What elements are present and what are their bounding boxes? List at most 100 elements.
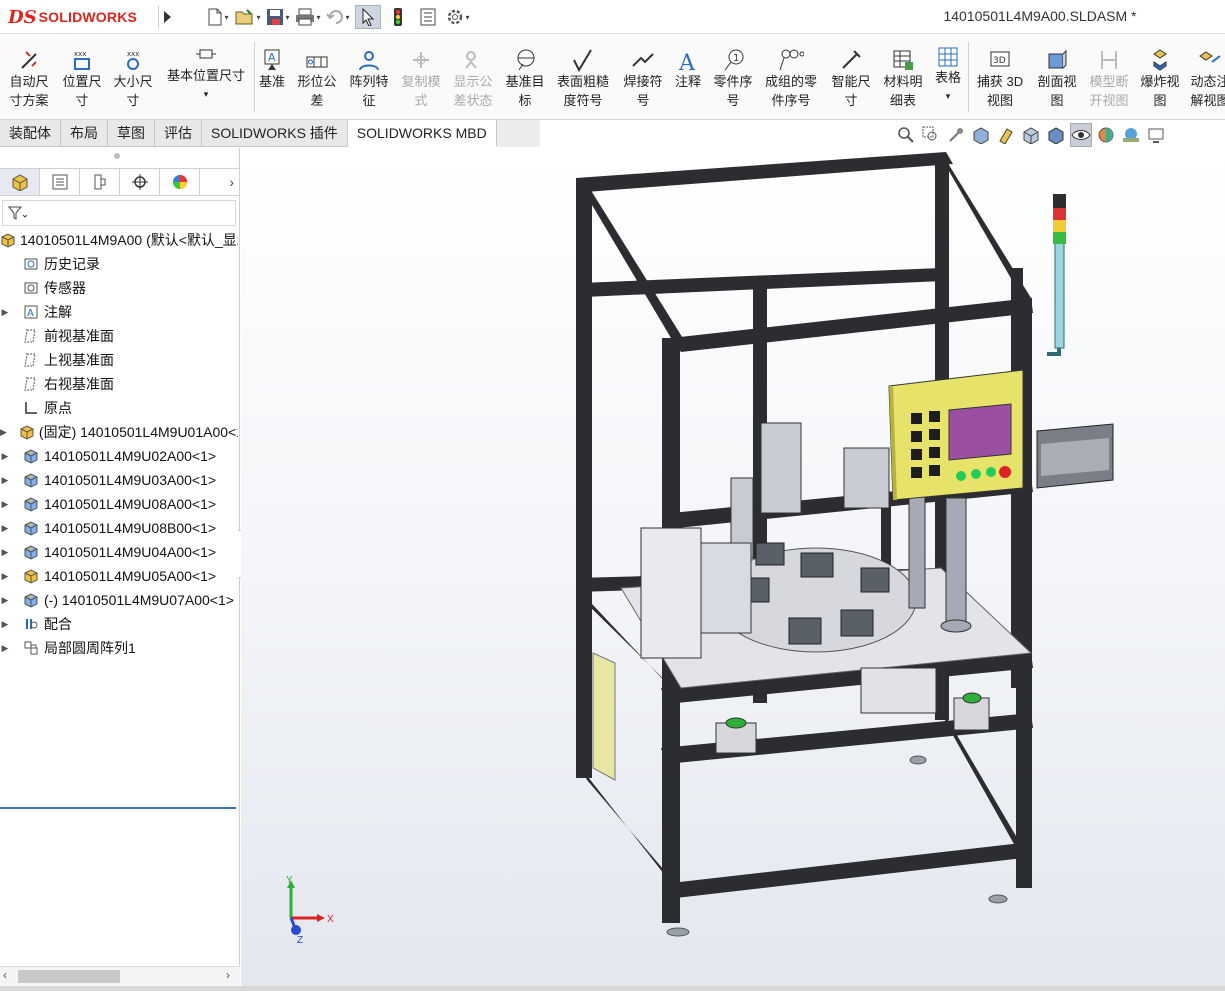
edit-appearance-button[interactable] <box>1095 123 1117 147</box>
tree-item[interactable]: 前视基准面 <box>0 324 238 348</box>
weld-symbol-button[interactable]: 焊接符 号 <box>618 44 668 120</box>
tree-item[interactable]: 右视基准面 <box>0 372 238 396</box>
tree-item[interactable]: ▶ 14010501L4M9U03A00<1> <box>0 468 238 492</box>
show-tolerance-status-button[interactable]: 显示公 差状态 <box>448 44 498 120</box>
configuration-manager-tab[interactable] <box>80 169 120 195</box>
exploded-view-button[interactable]: 爆炸视 图 <box>1136 44 1184 120</box>
solidworks-logo[interactable]: DS SOLIDWORKS <box>8 6 137 28</box>
tab-evaluate[interactable]: 评估 <box>155 120 202 147</box>
tree-filter[interactable] <box>2 200 236 226</box>
apply-scene-button[interactable] <box>1120 123 1142 147</box>
zoom-to-fit-button[interactable] <box>895 123 917 147</box>
expand-arrow-icon[interactable]: ▶ <box>0 523 10 534</box>
print-button[interactable]: ▾ <box>295 5 321 29</box>
bill-of-materials-button[interactable]: 材料明 细表 <box>878 44 928 120</box>
expand-arrow-icon[interactable]: ▶ <box>0 427 7 438</box>
view-settings-button[interactable] <box>1145 123 1167 147</box>
tab-solidworks-addins[interactable]: SOLIDWORKS 插件 <box>202 120 348 147</box>
scroll-left-arrow[interactable]: ‹ <box>3 968 7 982</box>
open-button[interactable]: ▾ <box>235 5 261 29</box>
more-tabs-chevron[interactable]: › <box>229 174 234 190</box>
dynamic-annotation-button[interactable] <box>995 123 1017 147</box>
location-dimension-icon: xxx <box>74 50 90 70</box>
tree-item[interactable]: ▶ 14010501L4M9U08A00<1> <box>0 492 238 516</box>
expand-arrow-icon[interactable]: ▶ <box>0 307 10 318</box>
section-view-hud-button[interactable] <box>970 123 992 147</box>
expand-arrow-icon[interactable]: ▶ <box>0 547 10 558</box>
auto-dimension-button[interactable]: 自动尺 寸方案 <box>4 44 54 120</box>
expand-arrow-icon[interactable]: ▶ <box>0 499 10 510</box>
tree-horizontal-scrollbar[interactable]: ‹ › <box>0 966 240 986</box>
tab-assembly[interactable]: 装配体 <box>0 120 61 147</box>
model-break-view-button[interactable]: 模型断 开视图 <box>1084 44 1134 120</box>
section-view-button[interactable]: 剖面视 图 <box>1032 44 1082 120</box>
animated-explode-button[interactable]: 动态注 解视图 <box>1186 44 1225 120</box>
table-button[interactable]: 表格 ▾ <box>930 44 966 120</box>
options-button[interactable]: ▾ <box>445 5 471 29</box>
copy-scheme-button[interactable]: 复制模 式 <box>396 44 446 120</box>
graphics-area[interactable]: Y X Z <box>241 148 1225 988</box>
display-style-button[interactable] <box>1045 123 1067 147</box>
feature-manager-tab[interactable] <box>0 169 40 195</box>
file-properties-button[interactable] <box>415 5 441 29</box>
menu-expand-arrow[interactable] <box>158 6 176 28</box>
location-dimension-button[interactable]: xxx 位置尺 寸 <box>57 44 107 120</box>
tab-layout[interactable]: 布局 <box>61 120 108 147</box>
expand-arrow-icon[interactable]: ▶ <box>0 619 10 630</box>
scroll-thumb[interactable] <box>18 970 120 983</box>
dimxpert-manager-tab[interactable] <box>120 169 160 195</box>
previous-view-button[interactable] <box>945 123 967 147</box>
svg-text:xxx: xxx <box>74 50 86 58</box>
undo-button[interactable]: ▾ <box>325 5 351 29</box>
view-orientation-button[interactable] <box>1020 123 1042 147</box>
surface-finish-button[interactable]: 表面粗糙 度符号 <box>552 44 614 120</box>
tree-item-label: 14010501L4M9U08B00<1> <box>44 520 217 536</box>
tree-item[interactable]: ▶ 局部圆周阵列1 <box>0 636 238 660</box>
expand-arrow-icon[interactable]: ▶ <box>0 643 10 654</box>
select-button[interactable] <box>355 5 381 29</box>
tab-sketch[interactable]: 草图 <box>108 120 155 147</box>
note-button[interactable]: A 注释 <box>670 44 706 120</box>
history-icon <box>22 255 40 273</box>
tree-item[interactable]: ▶ 14010501L4M9U02A00<1> <box>0 444 238 468</box>
tree-item[interactable]: ▶ (-) 14010501L4M9U07A00<1> <box>0 588 238 612</box>
tree-item[interactable]: 上视基准面 <box>0 348 238 372</box>
save-button[interactable]: ▾ <box>265 5 291 29</box>
datum-target-button[interactable]: 基准目 标 <box>500 44 550 120</box>
size-dimension-button[interactable]: xxx 大小尺 寸 <box>108 44 158 120</box>
tree-item[interactable]: 传感器 <box>0 276 238 300</box>
display-manager-tab[interactable] <box>160 169 200 195</box>
tree-item[interactable]: 原点 <box>0 396 238 420</box>
tree-item[interactable]: ▶ A 注解 <box>0 300 238 324</box>
tree-item[interactable]: ▶ 14010501L4M9U04A00<1> <box>0 540 238 564</box>
tree-item[interactable]: 历史记录 <box>0 252 238 276</box>
hide-show-items-button[interactable] <box>1070 123 1092 147</box>
pattern-feature-button[interactable]: 阵列特 征 <box>344 44 394 120</box>
tab-solidworks-mbd[interactable]: SOLIDWORKS MBD <box>347 120 497 147</box>
tree-item[interactable]: ▶ (固定) 14010501L4M9U01A00<1> <box>0 420 238 444</box>
new-document-button[interactable]: ▾ <box>205 5 231 29</box>
expand-arrow-icon[interactable]: ▶ <box>0 571 10 582</box>
expand-arrow-icon[interactable]: ▶ <box>0 451 10 462</box>
property-manager-tab[interactable] <box>40 169 80 195</box>
zoom-to-area-button[interactable] <box>920 123 942 147</box>
stacked-balloon-button[interactable]: 成组的零 件序号 <box>760 44 822 120</box>
datum-button[interactable]: A 基准 <box>254 44 290 120</box>
expand-arrow-icon[interactable]: ▶ <box>0 475 10 486</box>
tree-item[interactable]: ▶ 14010501L4M9U05A00<1> <box>0 564 238 588</box>
basic-location-dimension-button[interactable]: 基本位置尺寸 ▾ <box>160 44 252 120</box>
part-icon <box>22 567 40 585</box>
smart-dimension-button[interactable]: 智能尺 寸 <box>826 44 876 120</box>
balloon-button[interactable]: 1 零件序 号 <box>708 44 758 120</box>
basic-location-dimension-icon <box>196 49 216 59</box>
rebuild-button[interactable] <box>385 5 411 29</box>
panel-resize-grip[interactable] <box>114 153 120 159</box>
capture-3d-view-button[interactable]: 3D 捕获 3D 视图 <box>970 44 1030 120</box>
geometric-tolerance-button[interactable]: 形位公 差 <box>292 44 342 120</box>
tree-root-assembly[interactable]: 14010501L4M9A00 (默认<默认_显示状态-1>) <box>0 228 238 252</box>
model-break-view-icon <box>1101 51 1117 69</box>
scroll-right-arrow[interactable]: › <box>226 968 230 982</box>
tree-item[interactable]: ▶ 14010501L4M9U08B00<1> <box>0 516 238 540</box>
tree-item[interactable]: ▶ 配合 <box>0 612 238 636</box>
expand-arrow-icon[interactable]: ▶ <box>0 595 10 606</box>
